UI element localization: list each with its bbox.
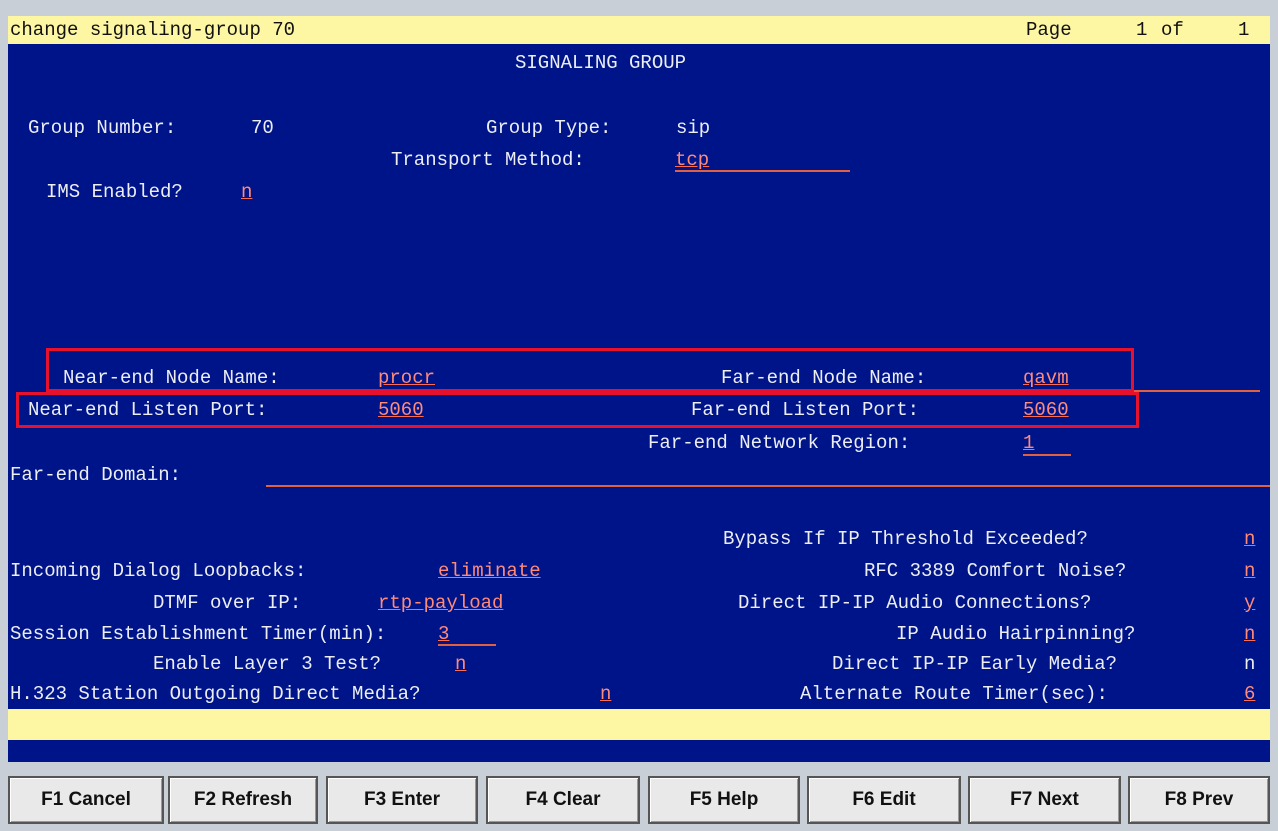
page-current: 1: [1136, 19, 1148, 41]
session-timer-label: Session Establishment Timer(min):: [10, 623, 387, 645]
far-end-domain-underline: [266, 485, 1270, 487]
group-number-value: 70: [251, 117, 274, 139]
page-of: of: [1161, 19, 1184, 41]
status-bar: [8, 709, 1270, 740]
f5-help-button[interactable]: F5 Help: [648, 776, 800, 824]
far-end-region-label: Far-end Network Region:: [648, 432, 911, 454]
layer3-test-label: Enable Layer 3 Test?: [153, 653, 382, 675]
transport-method-field[interactable]: tcp: [675, 149, 709, 171]
far-end-region-field[interactable]: 1: [1023, 432, 1034, 454]
early-media-label: Direct IP-IP Early Media?: [832, 653, 1118, 675]
h323-direct-media-field[interactable]: n: [600, 683, 611, 705]
bypass-threshold-label: Bypass If IP Threshold Exceeded?: [723, 528, 1088, 550]
command-bar: change signaling-group 70 Page 1 of 1: [8, 16, 1270, 44]
early-media-value: n: [1244, 653, 1256, 675]
group-number-label: Group Number:: [28, 117, 177, 139]
terminal-window: change signaling-group 70 Page 1 of 1 SI…: [0, 0, 1278, 831]
loopbacks-field[interactable]: eliminate: [438, 560, 541, 582]
near-end-port-label: Near-end Listen Port:: [28, 399, 268, 421]
far-end-node-field[interactable]: qavm: [1023, 367, 1069, 389]
terminal-screen: change signaling-group 70 Page 1 of 1 SI…: [8, 16, 1270, 762]
page-label: Page: [1026, 19, 1072, 41]
session-timer-underline: [438, 644, 496, 646]
layer3-test-field[interactable]: n: [455, 653, 466, 675]
alternate-route-field[interactable]: 6: [1244, 683, 1255, 705]
near-end-port-field[interactable]: 5060: [378, 399, 424, 421]
bypass-threshold-field[interactable]: n: [1244, 528, 1255, 550]
comfort-noise-field[interactable]: n: [1244, 560, 1255, 582]
alternate-route-label: Alternate Route Timer(sec):: [800, 683, 1108, 705]
far-end-region-underline: [1023, 454, 1071, 456]
f3-enter-button[interactable]: F3 Enter: [326, 776, 478, 824]
f4-clear-button[interactable]: F4 Clear: [486, 776, 640, 824]
hairpinning-field[interactable]: n: [1244, 623, 1255, 645]
page-total: 1: [1238, 19, 1250, 41]
direct-audio-label: Direct IP-IP Audio Connections?: [738, 592, 1092, 614]
hairpinning-label: IP Audio Hairpinning?: [896, 623, 1136, 645]
command-text: change signaling-group 70: [10, 19, 296, 41]
group-type-label: Group Type:: [486, 117, 612, 139]
h323-direct-media-label: H.323 Station Outgoing Direct Media?: [10, 683, 421, 705]
dtmf-label: DTMF over IP:: [153, 592, 302, 614]
f1-cancel-button[interactable]: F1 Cancel: [8, 776, 164, 824]
transport-method-label: Transport Method:: [391, 149, 585, 171]
far-end-domain-label: Far-end Domain:: [10, 464, 182, 486]
far-end-node-label: Far-end Node Name:: [721, 367, 927, 389]
near-end-node-field[interactable]: procr: [378, 367, 435, 389]
dtmf-field[interactable]: rtp-payload: [378, 592, 503, 614]
session-timer-field[interactable]: 3: [438, 623, 449, 645]
far-end-port-label: Far-end Listen Port:: [691, 399, 920, 421]
ims-enabled-field[interactable]: n: [241, 181, 252, 203]
far-end-node-underline: [1134, 390, 1260, 392]
comfort-noise-label: RFC 3389 Comfort Noise?: [864, 560, 1127, 582]
group-type-value: sip: [676, 117, 711, 139]
f8-prev-button[interactable]: F8 Prev: [1128, 776, 1270, 824]
far-end-port-field[interactable]: 5060: [1023, 399, 1069, 421]
f7-next-button[interactable]: F7 Next: [968, 776, 1121, 824]
function-key-bar: F1 Cancel F2 Refresh F3 Enter F4 Clear F…: [8, 770, 1270, 828]
transport-method-underline: [675, 170, 850, 172]
direct-audio-field[interactable]: y: [1244, 592, 1255, 614]
loopbacks-label: Incoming Dialog Loopbacks:: [10, 560, 307, 582]
near-end-node-label: Near-end Node Name:: [63, 367, 280, 389]
ims-enabled-label: IMS Enabled?: [46, 181, 183, 203]
form-title: SIGNALING GROUP: [515, 52, 687, 74]
f2-refresh-button[interactable]: F2 Refresh: [168, 776, 318, 824]
f6-edit-button[interactable]: F6 Edit: [807, 776, 961, 824]
